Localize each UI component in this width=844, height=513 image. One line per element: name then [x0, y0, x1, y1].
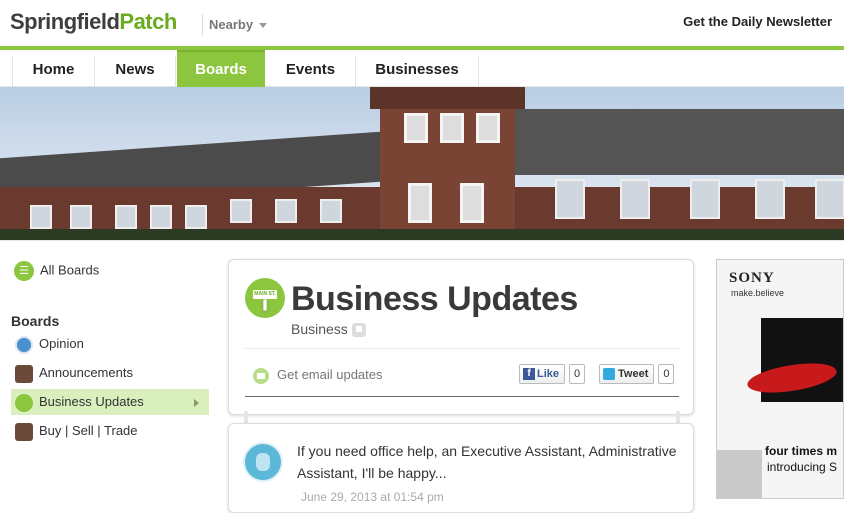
- badge-sign: MAIN ST.: [253, 290, 277, 299]
- chevron-right-icon: [194, 399, 199, 407]
- like-label: Like: [537, 368, 560, 380]
- page-content: ☰ All Boards Boards Opinion Announcements…: [0, 240, 844, 513]
- like-count: 0: [569, 364, 586, 384]
- logo-patch: Patch: [119, 9, 177, 34]
- nav-news[interactable]: News: [95, 56, 176, 86]
- nav-events[interactable]: Events: [266, 56, 356, 86]
- divider: [245, 396, 679, 397]
- avatar: [243, 442, 283, 482]
- ad-brand: SONY: [729, 270, 775, 286]
- twitter-icon: [603, 368, 615, 381]
- ad-tagline: make.believe: [731, 288, 785, 298]
- category-label[interactable]: Business: [291, 321, 348, 337]
- ad-line2: introducing S: [767, 460, 838, 474]
- newsletter-link[interactable]: Get the Daily Newsletter: [683, 14, 832, 29]
- main-nav: Home News Boards Events Businesses: [0, 46, 844, 100]
- sidebar-item-label: Opinion: [39, 336, 84, 351]
- flag-icon[interactable]: [351, 323, 366, 338]
- sidebar-heading: Boards: [11, 313, 60, 329]
- board-category: Business: [291, 321, 366, 338]
- sidebar-item-label: Business Updates: [39, 394, 144, 409]
- chevron-down-icon: [259, 23, 268, 29]
- list-item[interactable]: If you need office help, an Executive As…: [228, 423, 694, 513]
- nearby-dropdown[interactable]: Nearby: [202, 14, 268, 36]
- main-st-sign-icon: MAIN ST.: [245, 278, 285, 318]
- sidebar-item-business-updates[interactable]: Business Updates: [11, 389, 209, 415]
- post-text[interactable]: If you need office help, an Executive As…: [297, 440, 677, 484]
- email-updates-link[interactable]: Get email updates: [253, 367, 383, 384]
- divider: [245, 348, 679, 349]
- main-st-sign-icon: [15, 393, 33, 412]
- twitter-tweet: Tweet 0: [599, 364, 675, 384]
- opinion-icon: [15, 335, 33, 354]
- all-boards-link[interactable]: ☰ All Boards: [14, 261, 99, 281]
- nav-businesses[interactable]: Businesses: [356, 56, 479, 86]
- sidebar-item-buy-sell-trade[interactable]: Buy | Sell | Trade: [11, 418, 209, 444]
- email-updates-label: Get email updates: [277, 367, 383, 382]
- tweet-button[interactable]: Tweet: [599, 364, 655, 384]
- sidebar-item-opinion[interactable]: Opinion: [11, 331, 209, 357]
- sidebar-item-label: Announcements: [39, 365, 133, 380]
- logo-city: Springfield: [10, 9, 120, 34]
- tweet-label: Tweet: [618, 368, 649, 380]
- post-date: June 29, 2013 at 01:54 pm: [301, 490, 444, 504]
- advertisement[interactable]: SONY make.believe four times m introduci…: [716, 259, 844, 499]
- board-header-card: MAIN ST. Business Updates Business Get e…: [228, 259, 694, 415]
- envelope-icon: [253, 367, 269, 384]
- hero-banner-image: [0, 87, 844, 240]
- list-icon: ☰: [14, 261, 34, 281]
- buy-sell-thumb: [15, 422, 33, 441]
- nearby-label: Nearby: [209, 17, 254, 32]
- ad-line1: four times m: [765, 444, 838, 458]
- page-title: Business Updates: [291, 280, 578, 318]
- all-boards-label: All Boards: [40, 262, 100, 278]
- announcements-thumb: [15, 364, 33, 383]
- sidebar-item-label: Buy | Sell | Trade: [39, 423, 138, 438]
- people-image: [717, 450, 762, 498]
- facebook-icon: f: [523, 368, 535, 381]
- tweet-count: 0: [658, 364, 675, 384]
- facebook-like-button[interactable]: f Like: [519, 364, 566, 384]
- sidebar-item-announcements[interactable]: Announcements: [11, 360, 209, 386]
- patch-logo[interactable]: SpringfieldPatch: [10, 9, 177, 35]
- nav-home[interactable]: Home: [12, 56, 95, 86]
- top-bar: SpringfieldPatch Nearby Get the Daily Ne…: [0, 0, 844, 46]
- facebook-like: f Like 0: [519, 364, 586, 384]
